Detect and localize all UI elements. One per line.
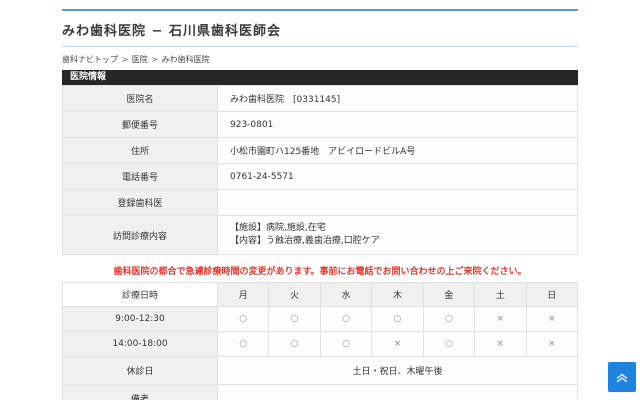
breadcrumb-separator: >	[151, 55, 159, 64]
visit-care-value: 【施設】病院,施設,在宅 【内容】う蝕治療,義歯治療,口腔ケア	[217, 215, 578, 255]
afternoon-mark-wed: ○	[319, 331, 373, 357]
scroll-to-top-button[interactable]	[608, 362, 636, 392]
day-header-sun: 日	[525, 282, 579, 307]
day-header-sat: 土	[474, 282, 527, 307]
visit-care-label: 訪問診療内容	[62, 215, 218, 255]
breadcrumb-link-navi-top[interactable]: 歯科ナビトップ	[62, 55, 118, 64]
schedule-table: 診療日時 月 火 水 木 金 土 日 9:00-12:30 ○ ○ ○ ○ ○ …	[62, 282, 579, 400]
morning-mark-thu: ○	[371, 306, 424, 332]
afternoon-hours-label: 14:00-18:00	[62, 331, 218, 357]
phone-value: 0761-24-5571	[217, 163, 578, 190]
day-header-tue: 火	[268, 282, 321, 307]
schedule-row-morning: 9:00-12:30 ○ ○ ○ ○ ○ × ×	[62, 306, 579, 332]
registered-dentist-label: 登録歯科医	[62, 189, 218, 216]
day-header-wed: 水	[319, 282, 373, 307]
table-row: 訪問診療内容 【施設】病院,施設,在宅 【内容】う蝕治療,義歯治療,口腔ケア	[62, 215, 578, 255]
breadcrumb-link-clinics[interactable]: 医院	[132, 55, 148, 64]
morning-hours-label: 9:00-12:30	[62, 306, 218, 332]
morning-mark-tue: ○	[268, 306, 321, 332]
table-row: 電話番号 0761-24-5571	[62, 163, 578, 190]
table-row: 登録歯科医	[62, 189, 578, 216]
phone-label: 電話番号	[62, 163, 218, 190]
remarks-value	[217, 384, 578, 400]
address-label: 住所	[62, 137, 218, 164]
table-row: 住所 小松市園町ハ125番地 アビイロードビルA号	[62, 137, 578, 164]
chevron-double-up-icon	[614, 369, 630, 385]
afternoon-mark-thu: ×	[371, 331, 424, 357]
clinic-info-table: 医院名 みわ歯科医院 [0331145] 郵便番号 923-0801 住所 小松…	[62, 85, 578, 255]
clinic-name-value: みわ歯科医院 [0331145]	[217, 85, 578, 112]
table-row: 郵便番号 923-0801	[62, 111, 578, 138]
address-value: 小松市園町ハ125番地 アビイロードビルA号	[217, 137, 578, 164]
registered-dentist-value	[217, 189, 578, 216]
schedule-header-label: 診療日時	[62, 282, 218, 307]
day-header-mon: 月	[216, 282, 270, 307]
visit-care-content-line: 【内容】う蝕治療,義歯治療,口腔ケア	[230, 236, 380, 246]
breadcrumb-separator: >	[121, 55, 129, 64]
top-accent-line	[62, 9, 578, 11]
schedule-change-notice: 歯科医院の都合で急遽診療時間の変更があります。事前にお電話でお問い合わせの上ご来…	[113, 267, 527, 277]
section-header-clinic-info: 医院情報	[62, 70, 578, 85]
breadcrumb: 歯科ナビトップ > 医院 > みわ歯科医院	[62, 54, 578, 65]
morning-mark-sun: ×	[525, 306, 579, 332]
morning-mark-wed: ○	[319, 306, 373, 332]
day-header-thu: 木	[371, 282, 424, 307]
postal-code-value: 923-0801	[217, 111, 578, 138]
clinic-name-label: 医院名	[62, 85, 218, 112]
schedule-row-closed-days: 休診日 土日・祝日、木曜午後	[62, 356, 578, 385]
table-row: 医院名 みわ歯科医院 [0331145]	[62, 85, 578, 112]
morning-mark-sat: ×	[474, 306, 527, 332]
afternoon-mark-sat: ×	[474, 331, 527, 357]
morning-mark-fri: ○	[422, 306, 476, 332]
page-title: みわ歯科医院 − 石川県歯科医師会	[62, 24, 281, 39]
closed-days-label: 休診日	[62, 356, 218, 385]
day-header-fri: 金	[422, 282, 476, 307]
postal-code-label: 郵便番号	[62, 111, 218, 138]
schedule-row-remarks: 備考	[62, 384, 578, 400]
remarks-label: 備考	[62, 384, 218, 400]
schedule-header-row: 診療日時 月 火 水 木 金 土 日	[62, 282, 579, 307]
afternoon-mark-sun: ×	[525, 331, 579, 357]
afternoon-mark-mon: ○	[216, 331, 270, 357]
breadcrumb-current-page: みわ歯科医院	[161, 55, 210, 64]
title-divider	[62, 46, 578, 47]
visit-care-facility-line: 【施設】病院,施設,在宅	[230, 223, 326, 233]
afternoon-mark-fri: ○	[422, 331, 476, 357]
morning-mark-mon: ○	[216, 306, 270, 332]
schedule-row-afternoon: 14:00-18:00 ○ ○ ○ × ○ × ×	[62, 331, 579, 357]
closed-days-value: 土日・祝日、木曜午後	[217, 356, 578, 385]
afternoon-mark-tue: ○	[268, 331, 321, 357]
main-content: みわ歯科医院 − 石川県歯科医師会 歯科ナビトップ > 医院 > みわ歯科医院 …	[62, 0, 579, 400]
